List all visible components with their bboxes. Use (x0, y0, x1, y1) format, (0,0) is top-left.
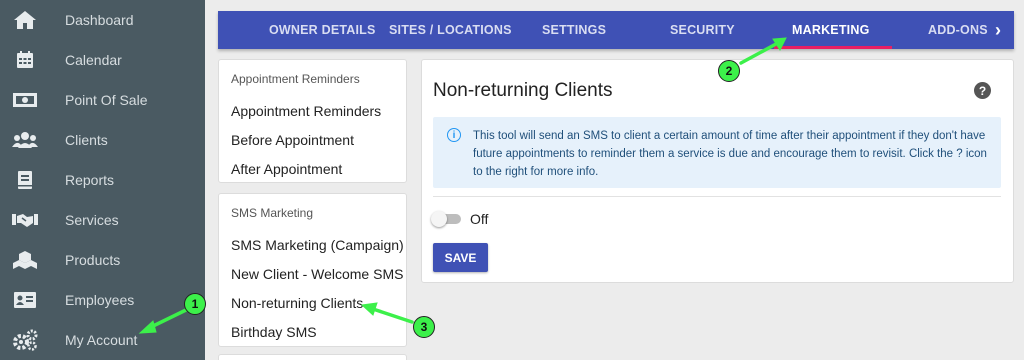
sidebar-item-label: Dashboard (65, 12, 134, 28)
sidebar-item-label: Clients (65, 132, 108, 148)
sidebar-item-label: Reports (65, 172, 115, 188)
toggle-label: Off (470, 211, 489, 227)
menu-item-new-client-welcome-sms[interactable]: New Client - Welcome SMS (231, 266, 403, 282)
tab-security[interactable]: SECURITY (670, 11, 735, 49)
sms-marketing-menu-header: SMS Marketing (231, 206, 314, 220)
annotation-marker-3: 3 (413, 316, 435, 338)
info-alert-text: This tool will send an SMS to client a c… (473, 130, 987, 178)
sms-marketing-menu-card: SMS Marketing SMS Marketing (Campaign) N… (218, 193, 407, 347)
sidebar-item-label: Calendar (65, 52, 122, 68)
menu-item-after-appointment[interactable]: After Appointment (231, 161, 342, 177)
tab-settings[interactable]: SETTINGS (542, 11, 606, 49)
tabs-scroll-right-button[interactable]: › (988, 11, 1008, 49)
menu-card-next (218, 354, 407, 360)
menu-item-non-returning-clients[interactable]: Non-returning Clients (231, 295, 363, 311)
sidebar-item-label: Products (65, 252, 121, 268)
reminders-menu-card: Appointment Reminders Appointment Remind… (218, 59, 407, 183)
sidebar-item-label: Services (65, 212, 119, 228)
reminders-menu-header: Appointment Reminders (231, 72, 360, 86)
sidebar-item-products[interactable]: Products (0, 240, 205, 280)
annotation-marker-2: 2 (718, 60, 740, 82)
menu-item-appointment-reminders[interactable]: Appointment Reminders (231, 103, 381, 119)
sidebar: Dashboard Calendar Point Of Sale Clients… (0, 0, 205, 360)
sidebar-item-calendar[interactable]: Calendar (0, 40, 205, 80)
annotation-marker-1: 1 (184, 293, 206, 315)
settings-tab-bar: OWNER DETAILS SITES / LOCATIONS SETTINGS… (218, 11, 1014, 49)
book-icon (12, 169, 38, 191)
tab-add-ons[interactable]: ADD-ONS (928, 11, 988, 49)
tab-marketing[interactable]: MARKETING (792, 11, 870, 49)
info-alert: i This tool will send an SMS to client a… (433, 117, 1001, 188)
save-button[interactable]: SAVE (433, 243, 488, 272)
handshake-icon (12, 209, 38, 231)
divider (433, 196, 1001, 197)
page-title: Non-returning Clients (433, 80, 613, 101)
tab-sites-locations[interactable]: SITES / LOCATIONS (389, 11, 512, 49)
id-card-icon (12, 289, 38, 311)
sidebar-item-clients[interactable]: Clients (0, 120, 205, 160)
sidebar-item-point-of-sale[interactable]: Point Of Sale (0, 80, 205, 120)
menu-item-sms-campaign[interactable]: SMS Marketing (Campaign) (231, 237, 404, 253)
sidebar-item-label: Employees (65, 292, 135, 308)
enable-toggle[interactable] (431, 211, 463, 227)
sidebar-item-my-account[interactable]: My Account (0, 320, 205, 360)
sidebar-item-dashboard[interactable]: Dashboard (0, 0, 205, 40)
tab-owner-details[interactable]: OWNER DETAILS (269, 11, 376, 49)
money-icon (12, 89, 38, 111)
sidebar-item-label: Point Of Sale (65, 92, 148, 108)
help-icon[interactable]: ? (974, 82, 991, 99)
toggle-knob (431, 211, 447, 227)
sidebar-item-reports[interactable]: Reports (0, 160, 205, 200)
sidebar-item-label: My Account (65, 332, 138, 348)
gears-icon (12, 329, 38, 351)
home-icon (12, 9, 38, 31)
info-icon: i (447, 128, 461, 142)
menu-item-before-appointment[interactable]: Before Appointment (231, 132, 354, 148)
sidebar-item-employees[interactable]: Employees (0, 280, 205, 320)
chevron-right-icon: › (995, 19, 1001, 40)
active-tab-indicator (774, 46, 892, 49)
non-returning-clients-panel: Non-returning Clients ? i This tool will… (421, 59, 1014, 283)
users-icon (12, 129, 38, 151)
cubes-icon (12, 249, 38, 271)
sidebar-item-services[interactable]: Services (0, 200, 205, 240)
menu-item-birthday-sms[interactable]: Birthday SMS (231, 324, 317, 340)
calendar-icon (12, 49, 38, 71)
